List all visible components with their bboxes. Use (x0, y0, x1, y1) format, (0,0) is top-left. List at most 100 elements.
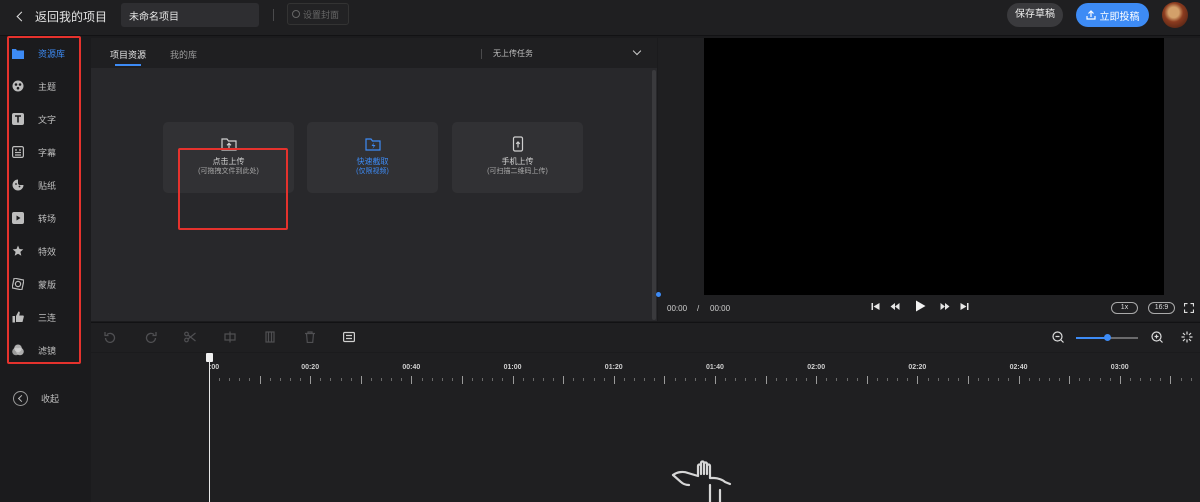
ruler-tick (755, 378, 756, 381)
ruler-tick (907, 378, 908, 381)
sidebar-item-theme[interactable]: 主题 (12, 75, 78, 97)
delete-icon[interactable] (304, 331, 316, 343)
ruler-tick (1079, 378, 1080, 381)
avatar[interactable] (1162, 2, 1188, 28)
subtitle-icon (12, 146, 24, 158)
fit-timeline-icon[interactable] (1181, 331, 1193, 343)
divider (481, 49, 482, 59)
fullscreen-icon[interactable] (1184, 303, 1194, 313)
ruler-tick (472, 378, 473, 381)
ruler-tick (725, 378, 726, 381)
ruler-major-tick (462, 376, 463, 384)
time-separator: / (697, 304, 700, 313)
theme-icon (12, 80, 24, 92)
phone-upload-card[interactable]: 手机上传 (可扫描二维码上传) (452, 122, 583, 193)
sidebar-item-filter[interactable]: 滤镜 (12, 339, 78, 361)
fast-forward-icon[interactable] (940, 302, 950, 311)
undo-icon[interactable] (104, 331, 116, 343)
timeline-toolbar (91, 322, 1200, 352)
tab-my-library[interactable]: 我的库 (170, 48, 197, 61)
thumbs-up-icon (12, 311, 24, 323)
scissors-icon[interactable] (184, 331, 196, 343)
zoom-in-icon[interactable] (1151, 331, 1163, 343)
playback-speed-button[interactable]: 1x (1111, 302, 1138, 314)
back-to-projects-button[interactable]: 返回我的项目 (14, 8, 107, 25)
set-cover-label: 设置封面 (303, 9, 340, 20)
skip-to-end-icon[interactable] (960, 302, 969, 311)
ruler-label: 01:20 (604, 364, 623, 371)
ruler-tick (958, 378, 959, 381)
subtitle-edit-icon[interactable] (343, 331, 355, 343)
ruler-tick (452, 378, 453, 381)
ruler-tick (877, 378, 878, 381)
ruler-major-tick (310, 376, 311, 384)
aspect-ratio-button[interactable]: 16:9 (1148, 302, 1175, 314)
ruler-tick (745, 378, 746, 381)
crop-icon[interactable] (264, 331, 276, 343)
skip-to-start-icon[interactable] (871, 302, 880, 311)
ruler-major-tick (816, 376, 817, 384)
collapse-sidebar-button[interactable]: 收起 (13, 391, 59, 406)
rewind-icon[interactable] (890, 302, 900, 311)
sidebar-item-subtitle[interactable]: 字幕 (12, 141, 78, 163)
video-canvas[interactable] (704, 38, 1164, 295)
sidebar-item-label: 文字 (38, 114, 57, 125)
quick-capture-card[interactable]: 快速截取 (仅限视频) (307, 122, 438, 193)
ruler-tick (583, 378, 584, 381)
ruler-label: 03:00 (1110, 364, 1129, 371)
ruler-major-tick (1120, 376, 1121, 384)
sidebar-item-resources[interactable]: 资源库 (12, 42, 78, 64)
ruler-tick (239, 378, 240, 381)
editor-app: 返回我的项目 设置封面 保存草稿 立即投稿 资源库 主题 文字 (0, 0, 1200, 502)
sidebar-item-effects[interactable]: 特效 (12, 240, 78, 262)
project-name-input[interactable] (121, 3, 259, 27)
sidebar-item-text[interactable]: 文字 (12, 108, 78, 130)
upload-icon (1085, 10, 1096, 20)
tab-project-resources[interactable]: 项目资源 (110, 48, 146, 61)
chevron-down-icon[interactable] (632, 46, 642, 56)
card-subtitle: (可扫描二维码上传) (487, 168, 548, 175)
card-title: 快速截取 (356, 157, 389, 166)
play-icon[interactable] (915, 300, 926, 312)
top-bar: 返回我的项目 设置封面 保存草稿 立即投稿 (0, 0, 1200, 36)
playhead-line (209, 360, 210, 502)
scrollbar[interactable] (652, 70, 656, 320)
redo-icon[interactable] (145, 331, 157, 343)
sidebar-item-label: 贴纸 (38, 180, 57, 191)
ruler-major-tick (715, 376, 716, 384)
ruler-tick (1059, 378, 1060, 381)
ruler-major-tick (968, 376, 969, 384)
ruler-tick (806, 378, 807, 381)
timeline-area[interactable] (91, 353, 1200, 502)
ruler-tick (836, 378, 837, 381)
ruler-tick (482, 378, 483, 381)
publish-button[interactable]: 立即投稿 (1076, 3, 1149, 27)
ruler-tick (351, 378, 352, 381)
ruler-tick (928, 378, 929, 381)
split-icon[interactable] (224, 331, 236, 343)
effects-icon (12, 245, 24, 257)
ruler-tick (330, 378, 331, 381)
sidebar-item-sticker[interactable]: 贴纸 (12, 174, 78, 196)
ruler-tick (1039, 378, 1040, 381)
set-cover-button[interactable]: 设置封面 (287, 3, 349, 25)
zoom-out-icon[interactable] (1052, 331, 1064, 343)
ruler-tick (857, 378, 858, 381)
ruler-tick (594, 378, 595, 381)
ruler-tick (735, 378, 736, 381)
ruler-tick (1181, 378, 1182, 381)
sidebar-item-transition[interactable]: 转场 (12, 207, 78, 229)
progress-handle[interactable] (656, 292, 661, 297)
zoom-slider-handle[interactable] (1104, 334, 1111, 341)
ruler-major-tick (766, 376, 767, 384)
sidebar-item-mask[interactable]: 蒙版 (12, 273, 78, 295)
sidebar-item-label: 转场 (38, 213, 57, 224)
folder-icon (12, 47, 24, 59)
ruler-tick (401, 378, 402, 381)
sidebar-item-triple[interactable]: 三连 (12, 306, 78, 328)
ruler-tick (685, 378, 686, 381)
back-label: 返回我的项目 (35, 10, 108, 24)
cover-icon (292, 10, 300, 18)
ruler-tick (897, 378, 898, 381)
save-draft-button[interactable]: 保存草稿 (1007, 3, 1063, 27)
